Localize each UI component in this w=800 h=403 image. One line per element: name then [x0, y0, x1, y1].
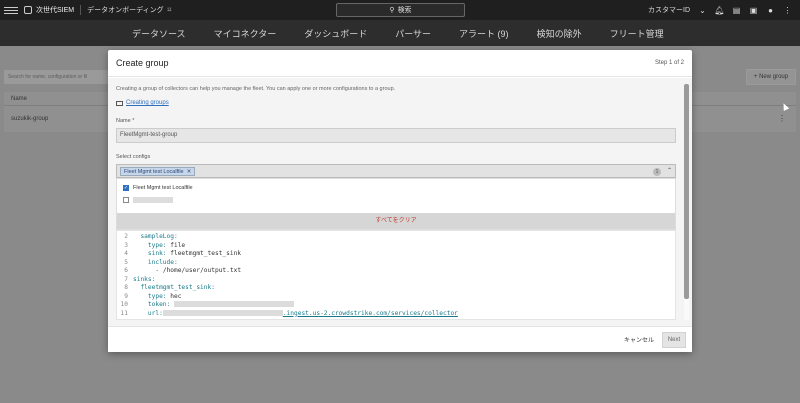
group-search-input[interactable]: Search for name, configuration or fil	[4, 70, 110, 84]
configs-dropdown: ✓ Fleet Mgmt test Localfile すべてをクリア	[116, 178, 676, 230]
nav-item-dashboards[interactable]: ダッシュボード	[304, 27, 367, 40]
dialog-header: Create group Step 1 of 2	[108, 50, 692, 77]
more-icon[interactable]: ⋮	[783, 6, 792, 15]
redacted-option-label	[133, 197, 173, 203]
dialog-body: Creating a group of collectors can help …	[108, 78, 692, 326]
brand-name: 次世代SIEM	[36, 7, 75, 14]
checkbox-checked[interactable]: ✓	[123, 185, 129, 191]
group-name-input[interactable]: FleetMgmt-test-group	[116, 128, 676, 143]
link-label: Creating groups	[126, 100, 169, 106]
creating-groups-link[interactable]: Creating groups	[116, 100, 169, 106]
code-line: 10 token:	[117, 301, 675, 310]
selected-config-chip: Fleet Mgmt test Localfile ✕	[120, 167, 196, 176]
nav-item-my-connectors[interactable]: マイコネクター	[214, 27, 277, 40]
dialog-scrollbar[interactable]	[684, 84, 689, 320]
dialog-title: Create group	[116, 58, 169, 68]
code-line: 11 url: .ingest.us-2.crowdstrike.com/serv…	[120, 309, 458, 317]
name-label: Name *	[116, 118, 135, 124]
topbar-actions: カスタマーID ⌄ 🔔︎ ▤ ▣ ● ⋮	[648, 0, 792, 20]
next-button[interactable]: Next	[662, 332, 686, 348]
nav-item-alerts[interactable]: アラート (9)	[459, 27, 509, 40]
code-line: 3 type: file	[124, 241, 186, 249]
selected-count-badge: 1	[653, 168, 661, 176]
nav-item-data-sources[interactable]: データソース	[132, 27, 186, 40]
main-nav: データソース マイコネクター ダッシュボード パーサー アラート (9) 検知の…	[0, 20, 800, 46]
config-code-preview: 2 sampleLog: 3 type: file 4 sink: fleetm…	[116, 230, 676, 320]
nav-item-fleet-management[interactable]: フリート管理	[610, 27, 664, 40]
code-line: 6 - /home/user/output.txt	[124, 267, 242, 274]
option-label: Fleet Mgmt test Localfile	[133, 185, 193, 191]
remove-chip-icon[interactable]: ✕	[187, 168, 192, 176]
global-search-button[interactable]: ⚲ 検索	[336, 3, 465, 17]
chevron-down-icon[interactable]: ⌄	[698, 6, 707, 15]
news-icon[interactable]: ▤	[732, 6, 741, 15]
redacted-host	[162, 309, 283, 316]
code-line: 5 include:	[124, 258, 178, 266]
checkbox-unchecked[interactable]	[123, 197, 129, 203]
menu-icon[interactable]	[4, 6, 18, 14]
code-line: 4 sink: fleetmgmt_test_sink	[124, 250, 242, 257]
bell-icon[interactable]: 🔔︎	[714, 6, 724, 15]
scrollbar-thumb[interactable]	[684, 84, 689, 299]
dialog-description: Creating a group of collectors can help …	[116, 86, 396, 92]
step-indicator: Step 1 of 2	[654, 60, 684, 66]
cancel-button[interactable]: キャンセル	[624, 335, 654, 344]
code-line: 9 type: hec	[124, 292, 182, 300]
logo-icon	[24, 6, 32, 14]
code-line: 8 fleetmgmt_test_sink:	[124, 284, 215, 291]
row-name: suzukik-group	[11, 116, 49, 122]
code-line: 7 sinks:	[124, 275, 156, 283]
select-configs-field[interactable]: Fleet Mgmt test Localfile ✕ 1 ⌃	[116, 164, 676, 178]
bookmark-icon[interactable]: ⌑	[168, 6, 172, 14]
new-group-button[interactable]: + New group	[746, 69, 796, 85]
code-line: 2 sampleLog:	[124, 233, 178, 240]
breadcrumb[interactable]: データオンボーディング	[87, 5, 164, 15]
divider	[80, 5, 82, 15]
user-icon[interactable]: ●	[766, 6, 775, 15]
dialog-footer: キャンセル Next	[108, 326, 692, 352]
chip-label: Fleet Mgmt test Localfile	[124, 168, 184, 175]
clear-all-button[interactable]: すべてをクリア	[117, 213, 675, 229]
book-icon	[116, 100, 123, 106]
search-icon: ⚲	[389, 7, 395, 14]
select-configs-label: Select configs	[116, 154, 151, 160]
config-option[interactable]: ✓ Fleet Mgmt test Localfile	[123, 183, 193, 193]
search-label: 検索	[397, 7, 412, 14]
redacted-token	[174, 301, 294, 307]
customer-id-menu[interactable]: カスタマーID	[648, 5, 690, 15]
nav-item-parsers[interactable]: パーサー	[395, 27, 431, 40]
config-option[interactable]	[123, 195, 173, 205]
nav-item-detection-exclusions[interactable]: 検知の除外	[537, 27, 582, 40]
chevron-up-icon[interactable]: ⌃	[667, 167, 672, 174]
app-icon[interactable]: ▣	[749, 6, 758, 15]
create-group-dialog: Create group Step 1 of 2 Creating a grou…	[108, 50, 692, 352]
